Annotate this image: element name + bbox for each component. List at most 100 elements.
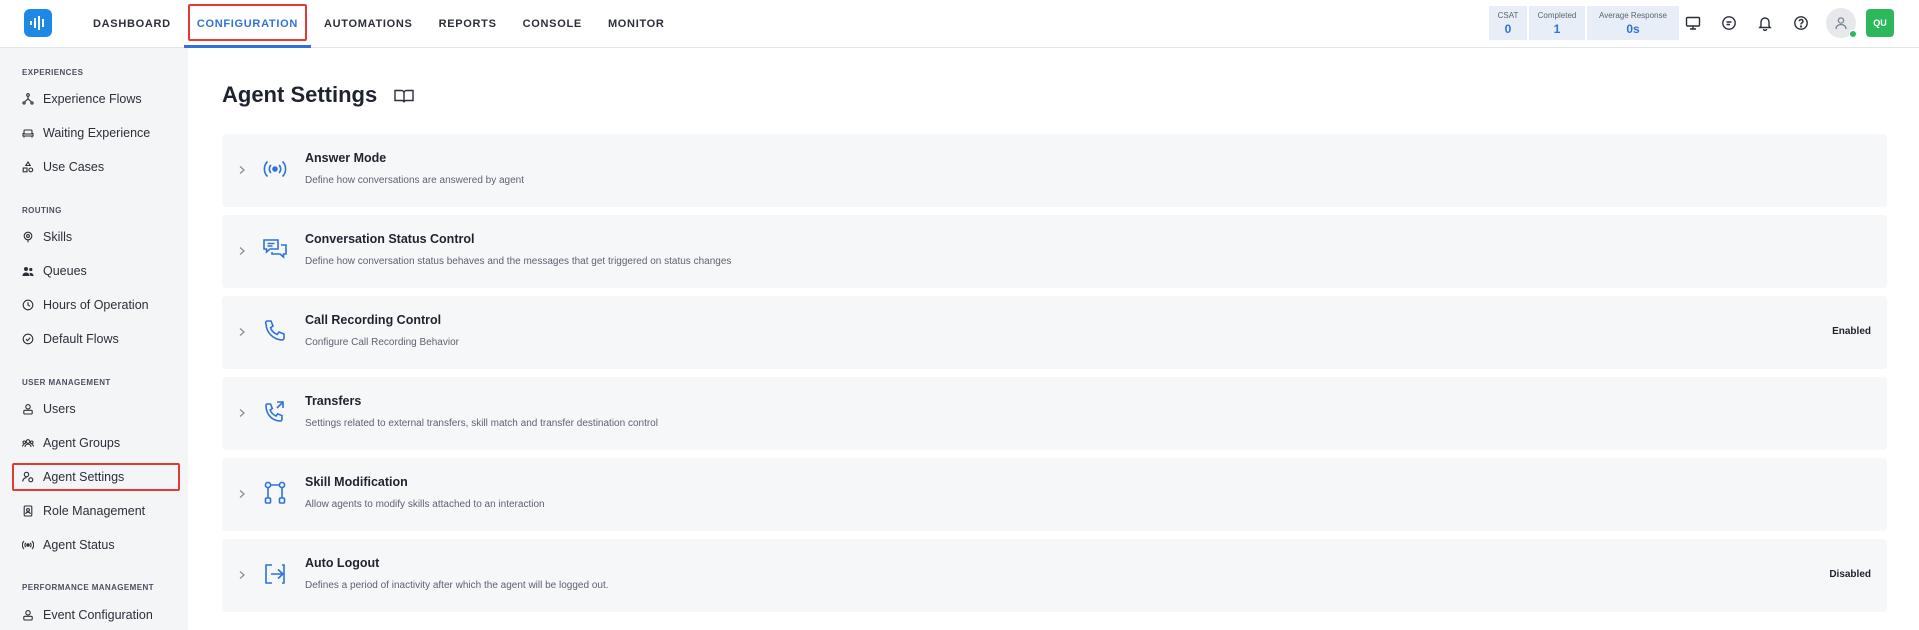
group-icon	[22, 437, 34, 449]
setting-description: Configure Call Recording Behavior	[305, 337, 459, 348]
setting-card-transfers[interactable]: Transfers Settings related to external t…	[222, 377, 1887, 450]
sidebar-item-agent-groups[interactable]: Agent Groups	[12, 429, 180, 457]
sidebar-item-label: Hours of Operation	[43, 298, 149, 312]
sidebar-item-label: Waiting Experience	[43, 126, 151, 140]
top-bar: DASHBOARD CONFIGURATION AUTOMATIONS REPO…	[0, 0, 1919, 48]
skill-icon	[22, 231, 34, 243]
stat-value: 1	[1553, 21, 1561, 36]
stat-average-response: Average Response 0s	[1587, 6, 1679, 40]
sidebar-item-queues[interactable]: Queues	[12, 257, 180, 285]
sidebar-item-agent-status[interactable]: Agent Status	[12, 531, 180, 559]
chevron-right-icon[interactable]	[236, 568, 248, 582]
sidebar-item-label: Use Cases	[43, 160, 105, 174]
sidebar-item-skills[interactable]: Skills	[12, 223, 180, 251]
sidebar-item-default-flows[interactable]: Default Flows	[12, 325, 180, 353]
section-title-experiences: EXPERIENCES	[22, 68, 84, 77]
setting-status: Disabled	[1829, 569, 1871, 580]
nav-label: REPORTS	[438, 18, 497, 30]
section-title-performance-management: PERFORMANCE MANAGEMENT	[22, 583, 154, 592]
chevron-right-icon[interactable]	[236, 244, 248, 258]
bell-icon[interactable]	[1754, 12, 1776, 34]
stat-label: Average Response	[1599, 10, 1667, 20]
setting-card-conversation-status-control[interactable]: Conversation Status Control Define how c…	[222, 215, 1887, 288]
setting-title: Auto Logout	[305, 556, 380, 570]
chat-icon[interactable]	[1718, 12, 1740, 34]
sidebar-item-label: Agent Groups	[43, 436, 121, 450]
setting-card-auto-logout[interactable]: Auto Logout Defines a period of inactivi…	[222, 539, 1887, 612]
event-icon	[22, 609, 34, 621]
setting-title: Answer Mode	[305, 151, 387, 165]
shapes-icon	[22, 161, 34, 173]
sidebar-item-hours-of-operation[interactable]: Hours of Operation	[12, 291, 180, 319]
setting-card-skill-modification[interactable]: Skill Modification Allow agents to modif…	[222, 458, 1887, 531]
nav-label: MONITOR	[607, 18, 665, 30]
setting-description: Allow agents to modify skills attached t…	[305, 499, 545, 510]
sidebar-item-label: Skills	[43, 230, 73, 244]
stat-value: 0	[1504, 21, 1512, 36]
setting-card-call-recording-control[interactable]: Call Recording Control Configure Call Re…	[222, 296, 1887, 369]
sidebar-item-label: Event Configuration	[43, 608, 153, 622]
chevron-right-icon[interactable]	[236, 487, 248, 501]
sidebar-item-label: Default Flows	[43, 332, 119, 346]
phone-icon	[264, 320, 285, 341]
stat-csat: CSAT 0	[1489, 6, 1527, 40]
nav-configuration[interactable]: CONFIGURATION	[183, 0, 312, 48]
chevron-right-icon[interactable]	[236, 325, 248, 339]
sidebar-item-label: Agent Status	[43, 538, 115, 552]
setting-description: Defines a period of inactivity after whi…	[305, 580, 609, 591]
sidebar-item-agent-settings[interactable]: Agent Settings	[12, 463, 180, 491]
online-status-dot	[1849, 30, 1857, 38]
book-icon[interactable]	[393, 85, 415, 107]
setting-description: Define how conversations are answered by…	[305, 175, 525, 186]
sidebar-item-experience-flows[interactable]: Experience Flows	[12, 85, 180, 113]
sidebar-item-label: Role Management	[43, 504, 146, 518]
nav-label: CONSOLE	[522, 18, 582, 30]
broadcast-icon	[263, 160, 287, 178]
section-title-routing: ROUTING	[22, 206, 62, 215]
user-initials-badge[interactable]: QU	[1866, 9, 1894, 37]
setting-title: Conversation Status Control	[305, 232, 475, 246]
sidebar-item-role-management[interactable]: Role Management	[12, 497, 180, 525]
nodes-icon	[264, 481, 286, 504]
stat-value: 0s	[1626, 21, 1640, 36]
section-title-user-management: USER MANAGEMENT	[22, 378, 111, 387]
sidebar-item-users[interactable]: Users	[12, 395, 180, 423]
app-logo[interactable]	[24, 9, 52, 37]
avatar[interactable]	[1826, 8, 1857, 38]
people-icon	[22, 265, 34, 277]
nav-automations[interactable]: AUTOMATIONS	[311, 0, 426, 48]
user-icon	[22, 403, 34, 415]
setting-card-answer-mode[interactable]: Answer Mode Define how conversations are…	[222, 134, 1887, 207]
main-content: Agent Settings Answer Mode Define how co…	[188, 48, 1919, 630]
help-icon[interactable]	[1790, 12, 1812, 34]
setting-status: Enabled	[1832, 326, 1871, 337]
nav-label: AUTOMATIONS	[323, 18, 413, 30]
monitor-icon[interactable]	[1682, 12, 1704, 34]
nav-console[interactable]: CONSOLE	[510, 0, 595, 48]
clock-icon	[22, 299, 34, 311]
logout-icon	[265, 564, 285, 584]
waveform-logo-icon	[30, 16, 44, 30]
setting-title: Skill Modification	[305, 475, 408, 489]
nav-reports[interactable]: REPORTS	[426, 0, 510, 48]
chevron-right-icon[interactable]	[236, 163, 248, 177]
default-flow-icon	[22, 333, 34, 345]
stat-label: Completed	[1537, 10, 1577, 20]
setting-title: Call Recording Control	[305, 313, 442, 327]
main-nav: DASHBOARD CONFIGURATION AUTOMATIONS REPO…	[80, 0, 678, 48]
sidebar-item-use-cases[interactable]: Use Cases	[12, 153, 180, 181]
nav-monitor[interactable]: MONITOR	[595, 0, 678, 48]
sidebar-item-waiting-experience[interactable]: Waiting Experience	[12, 119, 180, 147]
chevron-right-icon[interactable]	[236, 406, 248, 420]
sidebar-item-event-configuration[interactable]: Event Configuration	[12, 601, 180, 629]
sofa-icon	[22, 127, 34, 139]
stat-completed: Completed 1	[1529, 6, 1585, 40]
role-icon	[22, 505, 34, 517]
nav-dashboard[interactable]: DASHBOARD	[80, 0, 184, 48]
nav-label: DASHBOARD	[93, 18, 171, 30]
setting-description: Define how conversation status behaves a…	[305, 256, 732, 267]
setting-description: Settings related to external transfers, …	[305, 418, 658, 429]
sidebar-item-label: Experience Flows	[43, 92, 142, 106]
broadcast-icon	[22, 539, 34, 551]
stat-label: CSAT	[1497, 10, 1519, 20]
